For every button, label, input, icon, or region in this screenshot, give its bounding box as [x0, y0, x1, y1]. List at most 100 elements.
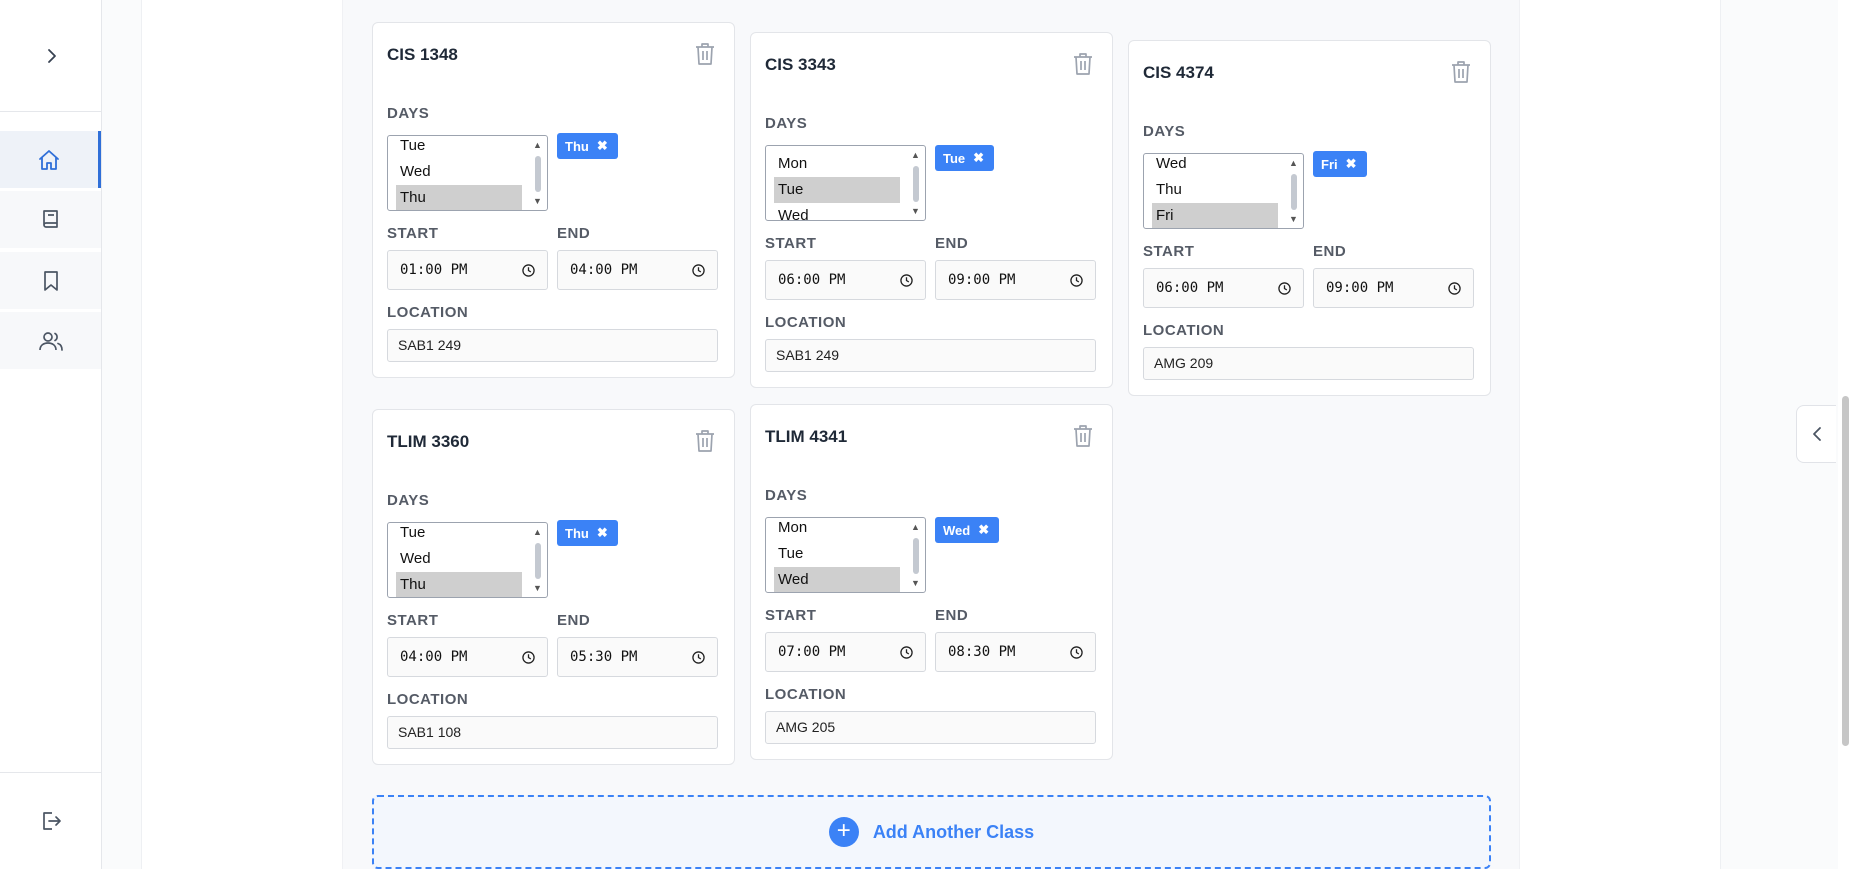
day-option[interactable]: Tue [774, 541, 900, 567]
start-time-input[interactable]: 06:00 PM [1143, 268, 1304, 308]
home-icon [39, 149, 59, 170]
logout-button[interactable] [34, 804, 68, 838]
day-option-selected[interactable]: Thu [396, 572, 522, 597]
class-card: TLIM 4341 DAYS Mon Tue Wed ▲ ▼ Wed ✖ STAR… [750, 404, 1113, 760]
clock-icon[interactable] [692, 264, 705, 277]
end-time-input[interactable]: 09:00 PM [1313, 268, 1474, 308]
trash-icon [1452, 61, 1470, 83]
start-time-input[interactable]: 04:00 PM [387, 637, 548, 677]
chip-label: Tue [943, 150, 966, 166]
users-icon [38, 331, 63, 351]
days-scrollbar[interactable]: ▲ ▼ [1289, 158, 1299, 224]
location-label: LOCATION [387, 304, 469, 321]
chip-label: Wed [943, 522, 971, 538]
remove-chip-icon[interactable]: ✖ [597, 525, 608, 541]
start-time-input[interactable]: 07:00 PM [765, 632, 926, 672]
delete-class-button[interactable] [1070, 423, 1096, 449]
delete-class-button[interactable] [1448, 59, 1474, 85]
page-scrollbar[interactable] [1838, 0, 1853, 869]
sidebar-item-people[interactable] [0, 312, 101, 369]
expand-sidebar-button[interactable] [36, 40, 68, 72]
end-time-input[interactable]: 04:00 PM [557, 250, 718, 290]
class-card: CIS 3343 DAYS Mon Tue Wed ▲ ▼ Tue ✖ START… [750, 32, 1113, 388]
delete-class-button[interactable] [1070, 51, 1096, 77]
day-option[interactable]: Wed [396, 546, 522, 572]
days-select[interactable]: Mon Tue Wed ▲ ▼ [765, 145, 926, 221]
end-time-value: 08:30 PM [948, 644, 1016, 660]
left-gutter [102, 0, 142, 869]
start-time-input[interactable]: 06:00 PM [765, 260, 926, 300]
class-card: CIS 4374 DAYS Wed Thu Fri ▲ ▼ Fri ✖ START… [1128, 40, 1491, 396]
clock-icon[interactable] [1070, 274, 1083, 287]
day-option[interactable]: Tue [396, 136, 522, 159]
clock-icon[interactable] [1448, 282, 1461, 295]
remove-chip-icon[interactable]: ✖ [1346, 156, 1357, 172]
day-option[interactable]: Wed [396, 159, 522, 185]
day-option[interactable]: Wed [774, 203, 900, 220]
add-another-class-button[interactable]: + Add Another Class [372, 795, 1491, 869]
start-time-value: 04:00 PM [400, 649, 468, 665]
start-label: START [387, 225, 439, 242]
end-label: END [1313, 243, 1347, 260]
days-scrollbar[interactable]: ▲ ▼ [533, 140, 543, 206]
days-select[interactable]: Tue Wed Thu ▲ ▼ [387, 135, 548, 211]
days-select[interactable]: Wed Thu Fri ▲ ▼ [1143, 153, 1304, 229]
days-select[interactable]: Mon Tue Wed ▲ ▼ [765, 517, 926, 593]
chevron-right-icon [48, 49, 56, 63]
day-option[interactable]: Thu [1152, 177, 1278, 203]
day-option[interactable]: Mon [774, 151, 900, 177]
selected-day-chip[interactable]: Thu ✖ [557, 133, 618, 159]
location-input[interactable]: SAB1 249 [765, 339, 1096, 372]
days-scrollbar[interactable]: ▲ ▼ [911, 522, 921, 588]
sidebar-item-courses[interactable] [0, 191, 101, 248]
delete-class-button[interactable] [692, 41, 718, 67]
days-label: DAYS [765, 115, 808, 132]
start-time-input[interactable]: 01:00 PM [387, 250, 548, 290]
collapse-panel-button[interactable] [1796, 405, 1836, 463]
clock-icon[interactable] [1278, 282, 1291, 295]
location-input[interactable]: AMG 209 [1143, 347, 1474, 380]
location-input[interactable]: SAB1 108 [387, 716, 718, 749]
end-time-input[interactable]: 08:30 PM [935, 632, 1096, 672]
remove-chip-icon[interactable]: ✖ [973, 150, 984, 166]
days-select[interactable]: Tue Wed Thu ▲ ▼ [387, 522, 548, 598]
days-scrollbar[interactable]: ▲ ▼ [911, 150, 921, 216]
start-label: START [387, 612, 439, 629]
delete-class-button[interactable] [692, 428, 718, 454]
sidebar-item-saved[interactable] [0, 252, 101, 309]
bookmark-icon [43, 270, 58, 291]
day-option-selected[interactable]: Thu [396, 185, 522, 210]
clock-icon[interactable] [522, 651, 535, 664]
sidebar-item-home[interactable] [0, 131, 101, 188]
clock-icon[interactable] [900, 274, 913, 287]
day-option-selected[interactable]: Tue [774, 177, 900, 203]
clock-icon[interactable] [522, 264, 535, 277]
remove-chip-icon[interactable]: ✖ [597, 138, 608, 154]
selected-day-chip[interactable]: Fri ✖ [1313, 151, 1367, 177]
start-time-value: 07:00 PM [778, 644, 846, 660]
scrollbar-thumb[interactable] [1842, 396, 1849, 746]
location-input[interactable]: AMG 205 [765, 711, 1096, 744]
class-title: CIS 4374 [1143, 63, 1214, 82]
selected-day-chip[interactable]: Thu ✖ [557, 520, 618, 546]
day-option[interactable]: Wed [1152, 154, 1278, 177]
selected-day-chip[interactable]: Wed ✖ [935, 517, 1000, 543]
location-input[interactable]: SAB1 249 [387, 329, 718, 362]
end-time-input[interactable]: 09:00 PM [935, 260, 1096, 300]
clock-icon[interactable] [1070, 646, 1083, 659]
trash-icon [696, 43, 714, 65]
day-option[interactable]: Tue [396, 523, 522, 546]
sidebar-divider [0, 772, 101, 773]
clock-icon[interactable] [900, 646, 913, 659]
day-option-selected[interactable]: Fri [1152, 203, 1278, 228]
day-option-selected[interactable]: Wed [774, 567, 900, 592]
selected-day-chip[interactable]: Tue ✖ [935, 145, 995, 171]
clock-icon[interactable] [692, 651, 705, 664]
chip-label: Fri [1321, 156, 1338, 172]
start-label: START [1143, 243, 1195, 260]
day-option[interactable]: Mon [774, 518, 900, 541]
end-time-input[interactable]: 05:30 PM [557, 637, 718, 677]
remove-chip-icon[interactable]: ✖ [978, 522, 989, 538]
days-label: DAYS [387, 105, 430, 122]
days-scrollbar[interactable]: ▲ ▼ [533, 527, 543, 593]
